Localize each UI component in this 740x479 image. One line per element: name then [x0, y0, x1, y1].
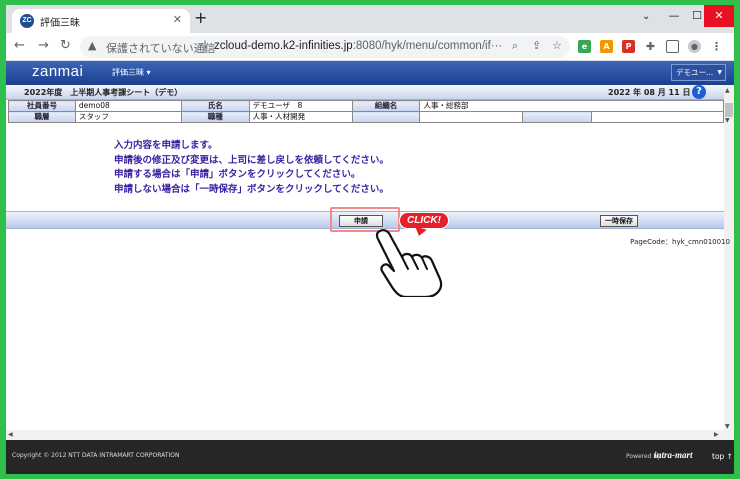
scroll-down-icon[interactable]: ▼ — [725, 117, 730, 124]
organization-header: 組織名 — [351, 100, 421, 112]
back-arrow-icon[interactable]: ← — [14, 38, 25, 54]
app-menu-dropdown[interactable]: 評価三昧 ▾ — [112, 67, 151, 78]
user-dropdown-label: デモユー... — [676, 68, 714, 77]
tab-bar: ZC 評価三昧 ✕ + ⌄ — ☐ ✕ — [6, 5, 734, 33]
help-icon[interactable]: ? — [692, 85, 706, 99]
intramart-logo: intra-mart — [654, 450, 693, 460]
browser-tab[interactable]: ZC 評価三昧 ✕ — [12, 9, 190, 33]
page-scroll-down-icon[interactable]: ▼ — [725, 423, 730, 430]
pdf-extension-icon[interactable]: P — [622, 40, 635, 53]
table-row: 社員番号 demo08 氏名 デモユーザ 8 組織名 人事・総務部 — [8, 100, 724, 112]
side-panel-icon[interactable] — [666, 40, 679, 53]
employee-id-header: 社員番号 — [8, 100, 76, 112]
tab-close-icon[interactable]: ✕ — [173, 13, 182, 26]
organization-value: 人事・総務部 — [419, 100, 724, 112]
table-row: 職層 スタッフ 職種 人事・人材開発 — [8, 111, 724, 123]
job-type-header: 職種 — [180, 111, 250, 123]
empty-header — [351, 111, 421, 123]
forward-arrow-icon[interactable]: → — [38, 38, 49, 54]
top-link[interactable]: top ↑ — [712, 452, 733, 461]
sheet-header: 2022年度 上半期人事考課シート（デモ） 2022 年 08 月 11 日 ? — [6, 85, 724, 100]
name-header: 氏名 — [180, 100, 250, 112]
browser-window: ZC 評価三昧 ✕ + ⌄ — ☐ ✕ ← → ↻ ▲ 保護されていない通信 |… — [6, 5, 734, 474]
empty-value-2 — [591, 111, 724, 123]
scroll-right-icon[interactable]: ▶ — [714, 431, 719, 438]
employee-id-value: demo08 — [74, 100, 182, 112]
evernote-extension-icon[interactable]: e — [578, 40, 591, 53]
app-header: zanmai 評価三昧 ▾ デモユー... ▼ — [6, 61, 734, 85]
scroll-left-icon[interactable]: ◀ — [8, 431, 13, 438]
kebab-menu-icon[interactable]: ⋮ — [710, 40, 723, 53]
zoom-icon[interactable]: ⌕ — [512, 39, 518, 53]
browser-toolbar: ← → ↻ ▲ 保護されていない通信 | zcloud-demo.k2-infi… — [6, 33, 734, 61]
url-text: zcloud-demo.k2-infinities.jp:8080/hyk/me… — [214, 40, 502, 52]
app-logo[interactable]: zanmai — [32, 63, 83, 80]
new-tab-button[interactable]: + — [194, 9, 207, 27]
job-level-header: 職層 — [8, 111, 76, 123]
vertical-scrollbar[interactable]: ▲ ▼ ▼ — [724, 85, 734, 440]
profile-avatar-icon[interactable]: ● — [688, 40, 701, 53]
puzzle-extensions-icon[interactable]: ✚ — [644, 40, 657, 53]
temp-save-button[interactable]: 一時保存 — [600, 215, 638, 227]
confirmation-message: 入力内容を申請します。 申請後の修正及び変更は、上司に差し戻しを依頼してください… — [114, 139, 389, 197]
sheet-date: 2022 年 08 月 11 日 — [608, 88, 691, 97]
share-icon[interactable]: ⇪ — [532, 39, 541, 52]
name-value: デモユーザ 8 — [248, 100, 353, 112]
empty-value — [419, 111, 524, 123]
message-line: 申請する場合は「申請」ボタンをクリックしてください。 — [114, 169, 361, 181]
app-footer: Copyright © 2012 NTT DATA INTRAMART CORP… — [6, 440, 734, 474]
message-line: 申請後の修正及び変更は、上司に差し戻しを依頼してください。 — [114, 154, 389, 166]
extension-a-icon[interactable]: A — [600, 40, 613, 53]
window-close-button[interactable]: ✕ — [704, 5, 734, 27]
chevron-down-icon: ▼ — [717, 69, 722, 76]
favicon-icon: ZC — [20, 14, 34, 28]
employee-info-table: 社員番号 demo08 氏名 デモユーザ 8 組織名 人事・総務部 職層 スタッ… — [8, 100, 724, 123]
warning-icon[interactable]: ▲ — [88, 39, 96, 52]
sheet-title: 2022年度 上半期人事考課シート（デモ） — [24, 88, 183, 97]
tab-search-icon[interactable]: ⌄ — [642, 11, 650, 22]
url-host: zcloud-demo.k2-infinities.jp — [214, 40, 353, 52]
page-code: PageCode：hyk_cmn010010 — [630, 238, 730, 246]
job-type-value: 人事・人材開発 — [248, 111, 353, 123]
bookmark-star-icon[interactable]: ☆ — [552, 39, 562, 52]
url-path: :8080/hyk/menu/common/if··· — [352, 40, 503, 52]
scroll-up-icon[interactable]: ▲ — [725, 87, 730, 94]
url-separator: | — [203, 39, 208, 53]
insecure-label: 保護されていない通信 — [106, 43, 216, 55]
job-level-value: スタッフ — [74, 111, 182, 123]
scroll-thumb[interactable] — [725, 103, 733, 117]
pointing-hand-icon — [375, 229, 443, 297]
address-bar[interactable]: ▲ 保護されていない通信 | zcloud-demo.k2-infinities… — [80, 36, 570, 58]
message-line: 申請しない場合は「一時保存」ボタンをクリックしてください。 — [114, 183, 389, 195]
message-line: 入力内容を申請します。 — [114, 140, 218, 151]
tab-title: 評価三昧 — [40, 18, 80, 29]
horizontal-scrollbar[interactable]: ◀ ▶ — [6, 430, 724, 440]
user-dropdown[interactable]: デモユー... ▼ — [671, 64, 726, 81]
empty-header-2 — [522, 111, 593, 123]
copyright-text: Copyright © 2012 NTT DATA INTRAMART CORP… — [12, 452, 180, 459]
reload-icon[interactable]: ↻ — [60, 38, 71, 54]
